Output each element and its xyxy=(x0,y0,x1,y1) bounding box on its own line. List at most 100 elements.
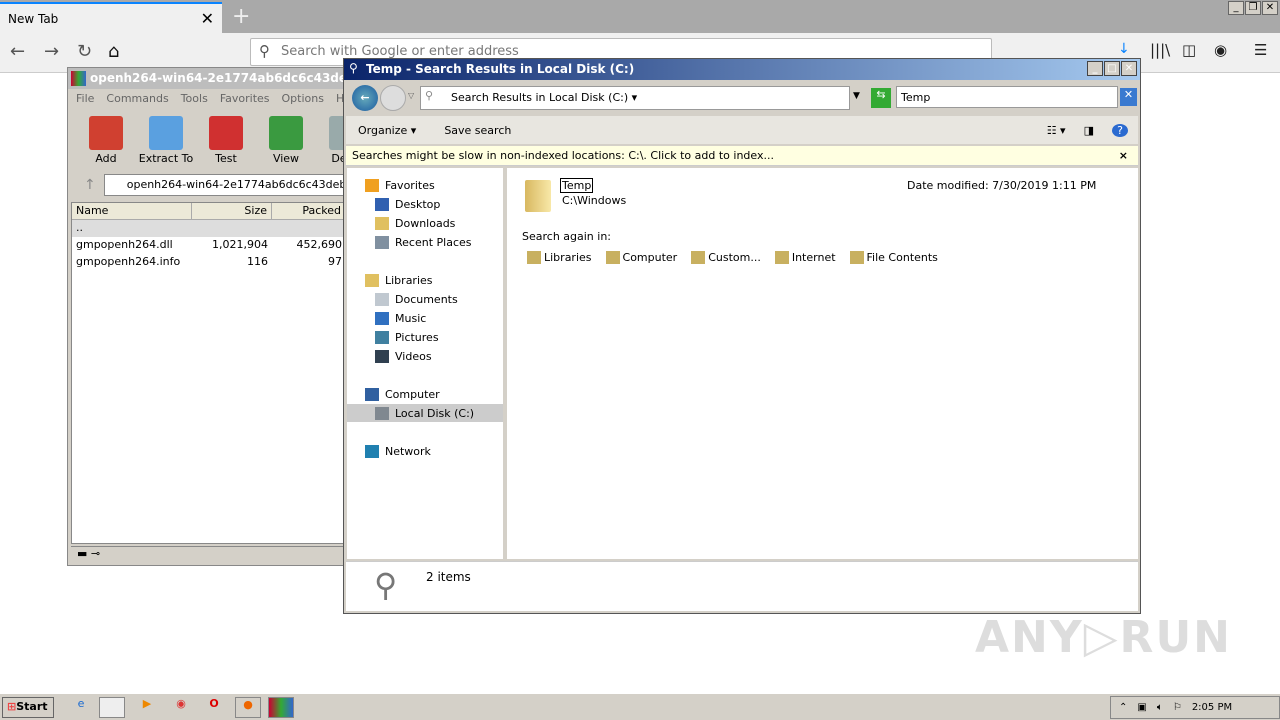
nav-item-libraries[interactable]: Libraries xyxy=(365,271,433,289)
close-tab-icon[interactable]: ✕ xyxy=(201,9,214,28)
minimize-button[interactable]: _ xyxy=(1087,61,1103,76)
new-tab-button[interactable]: + xyxy=(232,4,250,29)
account-icon[interactable]: ◉ xyxy=(1214,41,1227,59)
action-center-flag-icon[interactable]: ⚐ xyxy=(1173,702,1182,713)
view-label: View xyxy=(272,152,300,165)
sidebar-icon[interactable]: ◫ xyxy=(1182,41,1196,59)
close-info-bar-icon[interactable]: × xyxy=(1119,149,1128,162)
show-hidden-icons[interactable]: ⌃ xyxy=(1119,702,1127,713)
taskbar-explorer-icon[interactable] xyxy=(99,697,125,718)
library-icon[interactable]: |||\ xyxy=(1150,41,1170,59)
star-icon xyxy=(365,178,379,192)
view-button[interactable]: View xyxy=(256,112,316,165)
nav-item-favorites[interactable]: Favorites xyxy=(365,176,435,194)
menu-file[interactable]: File xyxy=(76,92,94,105)
start-button[interactable]: ⊞Start xyxy=(2,697,54,718)
close-button[interactable]: ✕ xyxy=(1262,1,1278,15)
search-again-options: Libraries Computer Custom... Internet File C… xyxy=(527,251,938,264)
nav-item-recent-places[interactable]: Recent Places xyxy=(375,233,472,251)
back-button[interactable]: ← xyxy=(352,85,378,111)
breadcrumb[interactable]: ⚲ Search Results in Local Disk (C:) ▾ xyxy=(420,86,850,110)
winrar-icon xyxy=(71,71,86,86)
file-row[interactable]: gmpopenh264.info 116 97 xyxy=(72,254,346,271)
taskbar-winrar-icon[interactable] xyxy=(268,697,294,718)
organize-button[interactable]: Organize ▾ xyxy=(358,124,416,137)
menu-tools[interactable]: Tools xyxy=(181,92,208,105)
search-again-internet[interactable]: Internet xyxy=(774,251,836,264)
nav-item-network[interactable]: Network xyxy=(365,442,431,460)
taskbar-media-player-icon[interactable]: ▶ xyxy=(134,697,160,718)
browser-tab-new-tab[interactable]: New Tab ✕ xyxy=(0,2,222,33)
file-row[interactable]: .. xyxy=(72,220,346,237)
nav-item-pictures[interactable]: Pictures xyxy=(375,328,439,346)
search-again-libraries[interactable]: Libraries xyxy=(527,251,592,264)
winrar-file-list: Name Size Packed .. gmpopenh264.dll 1,021,9… xyxy=(71,202,347,544)
winrar-title-bar[interactable]: openh264-win64-2e1774ab6dc6c43debb0b5 xyxy=(68,68,346,89)
extract-to-button[interactable]: Extract To xyxy=(136,112,196,165)
anyrun-watermark: ANY▷RUN xyxy=(974,612,1232,663)
minimize-button[interactable]: _ xyxy=(1228,1,1244,15)
item-count: 2 items xyxy=(426,570,471,584)
nav-item-music[interactable]: Music xyxy=(375,309,426,327)
nav-item-documents[interactable]: Documents xyxy=(375,290,458,308)
search-again-computer[interactable]: Computer xyxy=(605,251,677,264)
forward-icon[interactable]: → xyxy=(44,41,59,62)
search-again-custom[interactable]: Custom... xyxy=(691,251,761,264)
test-button[interactable]: Test xyxy=(196,112,256,165)
taskbar: ⊞Start e ▶ ◉ O ● ⌃ ▣ 🔈︎ ⚐ 2:05 PM xyxy=(0,692,1280,720)
refresh-icon[interactable]: ⇆ xyxy=(871,88,891,108)
maximize-button[interactable]: □ xyxy=(1104,61,1120,76)
clear-search-icon[interactable]: ✕ xyxy=(1120,88,1137,106)
column-size[interactable]: Size xyxy=(192,203,272,219)
winrar-title: openh264-win64-2e1774ab6dc6c43debb0b5 xyxy=(90,71,346,85)
views-icon[interactable]: ☷ ▾ xyxy=(1047,124,1066,137)
nav-item-desktop[interactable]: Desktop xyxy=(375,195,440,213)
help-icon[interactable]: ? xyxy=(1112,123,1128,137)
taskbar-opera-icon[interactable]: O xyxy=(201,697,227,718)
up-icon[interactable]: ↑ xyxy=(74,177,96,193)
explorer-title-bar[interactable]: ⚲ Temp - Search Results in Local Disk (C:… xyxy=(344,59,1140,80)
index-info-bar[interactable]: Searches might be slow in non-indexed lo… xyxy=(346,146,1138,166)
menu-favorites[interactable]: Favorites xyxy=(220,92,270,105)
nav-item-local-disk-c[interactable]: Local Disk (C:) xyxy=(347,404,503,422)
restore-button[interactable]: ❐ xyxy=(1245,1,1261,15)
add-button[interactable]: Add xyxy=(76,112,136,165)
command-bar: Organize ▾ Save search ☷ ▾ ◨? xyxy=(346,116,1138,144)
back-icon[interactable]: ← xyxy=(10,41,25,62)
search-input[interactable]: Temp xyxy=(896,86,1118,108)
reload-icon[interactable]: ↻ xyxy=(77,41,92,62)
preview-pane-icon[interactable]: ◨ xyxy=(1084,124,1094,137)
search-magnifier-icon: ⚲ xyxy=(374,566,398,604)
column-name[interactable]: Name xyxy=(72,203,192,219)
network-tray-icon[interactable]: ▣ xyxy=(1137,702,1146,713)
save-search-button[interactable]: Save search xyxy=(444,124,511,137)
menu-commands[interactable]: Commands xyxy=(106,92,168,105)
clock[interactable]: 2:05 PM xyxy=(1192,702,1232,713)
home-icon[interactable]: ⌂ xyxy=(108,41,119,62)
file-row[interactable]: gmpopenh264.dll 1,021,904 452,690 xyxy=(72,237,346,254)
archive-path-field[interactable]: openh264-win64-2e1774ab6dc6c43debb xyxy=(103,174,346,196)
address-dropdown-icon[interactable]: ▼ xyxy=(853,91,860,101)
recent-pages-chevron-icon[interactable]: ▽ xyxy=(408,91,414,100)
folder-icon xyxy=(525,180,551,212)
taskbar-firefox-icon[interactable]: ● xyxy=(235,697,261,718)
nav-item-label: Favorites xyxy=(385,178,435,192)
result-name[interactable]: Temp xyxy=(560,178,594,193)
column-packed[interactable]: Packed xyxy=(272,203,346,219)
menu-options[interactable]: Options xyxy=(282,92,324,105)
nav-item-computer[interactable]: Computer xyxy=(365,385,440,403)
file-size: 1,021,904 xyxy=(212,238,268,251)
nav-item-videos[interactable]: Videos xyxy=(375,347,432,365)
search-again-file-contents[interactable]: File Contents xyxy=(849,251,938,264)
taskbar-internet-explorer-icon[interactable]: e xyxy=(68,697,94,718)
volume-icon[interactable]: 🔈︎ xyxy=(1157,702,1163,713)
nav-item-label: Documents xyxy=(395,292,458,306)
close-button[interactable]: ✕ xyxy=(1121,61,1137,76)
download-icon[interactable]: ↓ xyxy=(1118,41,1130,57)
breadcrumb-text: Search Results in Local Disk (C:) xyxy=(451,91,629,104)
menu-icon[interactable]: ☰ xyxy=(1254,41,1267,59)
forward-button[interactable] xyxy=(380,85,406,111)
libraries-icon xyxy=(365,273,379,287)
nav-item-downloads[interactable]: Downloads xyxy=(375,214,455,232)
taskbar-chrome-icon[interactable]: ◉ xyxy=(168,697,194,718)
